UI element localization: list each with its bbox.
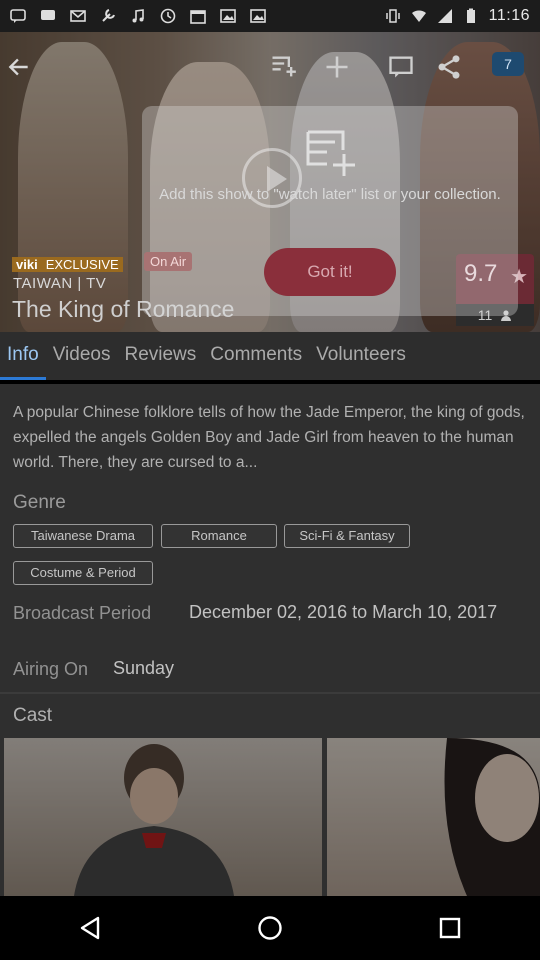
section-divider bbox=[0, 692, 540, 694]
exclusive-label: EXCLUSIVE bbox=[41, 256, 123, 272]
cast-member-image bbox=[74, 744, 234, 896]
viki-exclusive-tag: viki EXCLUSIVE bbox=[12, 254, 123, 274]
show-description[interactable]: A popular Chinese folklore tells of how … bbox=[13, 400, 527, 475]
country-line: TAIWAN | TV bbox=[13, 275, 107, 292]
wrench-icon bbox=[102, 9, 115, 22]
system-nav-bar bbox=[0, 896, 540, 960]
wifi-icon bbox=[411, 10, 426, 22]
cast-heading: Cast bbox=[13, 705, 53, 726]
status-time: 11:16 bbox=[488, 7, 530, 24]
cast-photo[interactable] bbox=[327, 738, 540, 896]
clock-icon bbox=[160, 8, 176, 24]
notification-count-badge[interactable]: 7 bbox=[492, 52, 524, 76]
genre-heading: Genre bbox=[13, 492, 66, 513]
genre-chip[interactable]: Taiwanese Drama bbox=[13, 524, 153, 548]
tab-info[interactable]: Info bbox=[0, 344, 46, 380]
image-icon bbox=[220, 9, 236, 23]
image-icon-2 bbox=[250, 9, 266, 23]
status-bar: 11:16 bbox=[0, 0, 540, 32]
message-icon bbox=[10, 9, 26, 23]
vibrate-icon bbox=[385, 9, 400, 23]
cast-photo[interactable] bbox=[4, 738, 322, 896]
airing-on-value: Sunday bbox=[113, 658, 175, 678]
broadcast-period-label: Broadcast Period bbox=[13, 603, 152, 623]
tab-volunteers[interactable]: Volunteers bbox=[309, 344, 413, 380]
viki-logo: viki bbox=[12, 256, 42, 272]
add-to-list-icon bbox=[305, 128, 357, 180]
genre-chip[interactable]: Costume & Period bbox=[13, 561, 153, 585]
battery-icon bbox=[466, 8, 475, 23]
got-it-button[interactable]: Got it! bbox=[264, 248, 396, 296]
signal-icon bbox=[437, 9, 452, 23]
music-icon bbox=[132, 9, 144, 23]
comment-icon[interactable] bbox=[384, 50, 418, 84]
airing-on-label: Airing On bbox=[13, 659, 89, 679]
genre-chip[interactable]: Romance bbox=[161, 524, 277, 548]
chat-icon bbox=[41, 10, 55, 20]
plus-icon[interactable] bbox=[320, 50, 354, 84]
cast-member-image bbox=[444, 738, 540, 896]
add-to-list-icon[interactable] bbox=[266, 50, 300, 84]
info-panel: A popular Chinese folklore tells of how … bbox=[0, 384, 540, 896]
back-icon[interactable] bbox=[70, 908, 110, 948]
watch-later-tooltip: Add this show to "watch later" list or y… bbox=[142, 106, 518, 316]
share-icon[interactable] bbox=[432, 50, 466, 84]
home-icon[interactable] bbox=[250, 908, 290, 948]
tab-videos[interactable]: Videos bbox=[46, 344, 118, 380]
recents-icon[interactable] bbox=[430, 908, 470, 948]
tab-bar: Info Videos Reviews Comments Volunteers bbox=[0, 332, 540, 380]
mail-icon bbox=[70, 10, 86, 22]
back-arrow-icon[interactable] bbox=[2, 50, 36, 84]
tooltip-message: Add this show to "watch later" list or y… bbox=[159, 186, 501, 203]
calendar-icon bbox=[190, 10, 206, 24]
broadcast-period-value: December 02, 2016 to March 10, 2017 bbox=[189, 602, 498, 622]
genre-chip[interactable]: Sci-Fi & Fantasy bbox=[284, 524, 410, 548]
tab-reviews[interactable]: Reviews bbox=[117, 344, 203, 380]
tab-comments[interactable]: Comments bbox=[203, 344, 309, 380]
